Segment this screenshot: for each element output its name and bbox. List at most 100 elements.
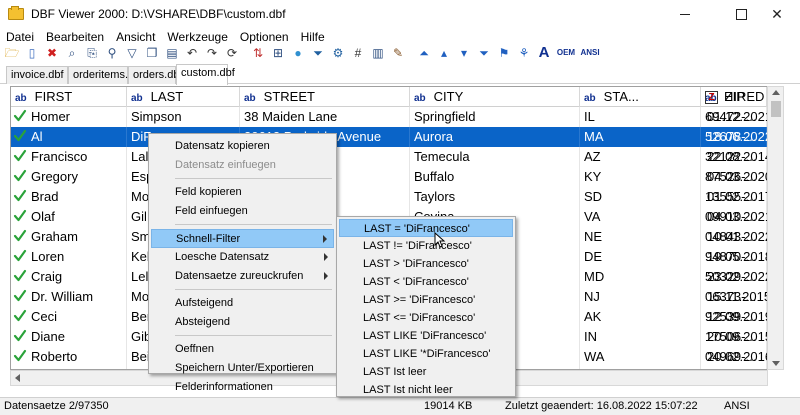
filter-icon[interactable]: ▽: [124, 46, 140, 60]
delete-icon[interactable]: ✖: [44, 46, 60, 60]
add-field-icon[interactable]: ⊞: [270, 46, 286, 60]
menu-werkzeuge[interactable]: Werkzeuge: [161, 30, 233, 44]
paste-icon[interactable]: ▤: [164, 46, 180, 60]
tab-custom-dbf[interactable]: custom.dbf: [176, 64, 235, 85]
table-cell[interactable]: 20.09.2015: [703, 327, 767, 347]
filter-option[interactable]: LAST > 'DiFrancesco': [339, 255, 513, 273]
context-item-loesche-datensatz[interactable]: Loesche Datensatz: [151, 248, 334, 267]
menu-ansicht[interactable]: Ansicht: [110, 30, 161, 44]
table-cell[interactable]: 38 Maiden Lane: [240, 107, 410, 127]
table-cell[interactable]: 01.12.2021: [703, 107, 767, 127]
table-cell[interactable]: Buffalo: [410, 167, 580, 187]
table-cell[interactable]: Springfield: [410, 107, 580, 127]
open-folder-icon[interactable]: 🗁: [4, 46, 20, 60]
table-cell[interactable]: Temecula: [410, 147, 580, 167]
context-item-datensaetze-zureuckrufen[interactable]: Datensaetze zureuckrufen: [151, 267, 334, 286]
filter-option[interactable]: LAST != 'DiFrancesco': [339, 237, 513, 255]
table-cell[interactable]: SD: [580, 187, 701, 207]
column-header-street[interactable]: ab STREET: [240, 87, 410, 107]
table-cell[interactable]: Loren: [11, 247, 127, 267]
next-record-icon[interactable]: ▾: [456, 46, 472, 60]
vertical-scroll-thumb[interactable]: [771, 101, 781, 117]
filter-option[interactable]: LAST LIKE '*DiFrancesco': [339, 345, 513, 363]
ansi-icon[interactable]: ANSI: [580, 46, 600, 60]
undo-icon[interactable]: ↶: [184, 46, 200, 60]
table-cell[interactable]: 04.03.2020: [703, 167, 767, 187]
table-cell[interactable]: Aurora: [410, 127, 580, 147]
filter-option[interactable]: LAST Ist leer: [339, 363, 513, 381]
context-item-felderinformationen[interactable]: Felderinformationen: [151, 378, 334, 397]
table-cell[interactable]: 01.02.2017: [703, 187, 767, 207]
context-item-feld-kopieren[interactable]: Feld kopieren: [151, 183, 334, 202]
scroll-down-arrow-icon[interactable]: [772, 361, 780, 366]
menu-datei[interactable]: Datei: [0, 30, 40, 44]
table-cell[interactable]: Al: [11, 127, 127, 147]
context-item-oeffnen[interactable]: Oeffnen: [151, 340, 334, 359]
column-header-hired[interactable]: Z HIRED: [703, 87, 767, 107]
table-cell[interactable]: Roberto: [11, 347, 127, 367]
table-cell[interactable]: AK: [580, 307, 701, 327]
filter-option[interactable]: LAST Ist nicht leer: [339, 381, 513, 399]
table-cell[interactable]: IN: [580, 327, 701, 347]
filter-option[interactable]: LAST <= 'DiFrancesco': [339, 309, 513, 327]
sort-icon[interactable]: ⇅: [250, 46, 266, 60]
new-file-icon[interactable]: ▯: [24, 46, 40, 60]
table-row[interactable]: Homer Simpson 38 Maiden Lane Springfield IL 6…: [11, 107, 767, 127]
oem-icon[interactable]: OEM: [556, 46, 576, 60]
prev-record-icon[interactable]: ▴: [436, 46, 452, 60]
stats-icon[interactable]: ▥: [370, 46, 386, 60]
context-item-aufsteigend[interactable]: Aufsteigend: [151, 294, 334, 313]
table-row[interactable]: FranciscoLalaneTemeculaAZ32122-...22.08.…: [11, 147, 767, 167]
font-icon[interactable]: A: [536, 45, 552, 60]
tab-orders-dbf[interactable]: orders.dbf: [128, 66, 183, 84]
table-row[interactable]: BradMoSt.TaylorsSD13555-...01.02.2017: [11, 187, 767, 207]
table-cell[interactable]: Diane: [11, 327, 127, 347]
table-cell[interactable]: DE: [580, 247, 701, 267]
hash-icon[interactable]: #: [350, 46, 366, 60]
filter-option[interactable]: LAST LIKE 'DiFrancesco': [339, 327, 513, 345]
scroll-up-arrow-icon[interactable]: [772, 90, 780, 95]
table-cell[interactable]: 12.09.2019: [703, 307, 767, 327]
table-cell[interactable]: Brad: [11, 187, 127, 207]
redo-icon[interactable]: ↷: [204, 46, 220, 60]
tab-invoice-dbf[interactable]: invoice.dbf: [6, 66, 68, 84]
table-cell[interactable]: Graham: [11, 227, 127, 247]
first-record-icon[interactable]: ⏶: [416, 46, 432, 60]
search-icon[interactable]: ⌕: [64, 46, 80, 60]
table-cell[interactable]: Simpson: [127, 107, 240, 127]
column-header-city[interactable]: ab CITY: [410, 87, 580, 107]
table-cell[interactable]: 19.05.2018: [703, 247, 767, 267]
table-cell[interactable]: NJ: [580, 287, 701, 307]
scroll-left-arrow-icon[interactable]: [15, 374, 20, 382]
close-button[interactable]: ✕: [754, 0, 800, 28]
table-cell[interactable]: Dr. William: [11, 287, 127, 307]
table-cell[interactable]: NE: [580, 227, 701, 247]
context-item-feld-einfuegen[interactable]: Feld einfuegen: [151, 202, 334, 221]
table-cell[interactable]: 15.11.2015: [703, 287, 767, 307]
menu-optionen[interactable]: Optionen: [234, 30, 295, 44]
column-header-last[interactable]: ab LAST: [127, 87, 240, 107]
bookmark-icon[interactable]: ⚑: [496, 46, 512, 60]
table-cell[interactable]: Taylors: [410, 187, 580, 207]
column-header-sta[interactable]: ab STA...: [580, 87, 701, 107]
table-cell[interactable]: VA: [580, 207, 701, 227]
table-row[interactable]: Gregory Esp Buffalo KY 87526-... 04.03.2020: [11, 167, 767, 187]
context-item-absteigend[interactable]: Absteigend: [151, 313, 334, 332]
zoom-icon[interactable]: ⚲: [104, 46, 120, 60]
filter-funnel-icon[interactable]: ⏷: [310, 46, 326, 60]
menu-bearbeiten[interactable]: Bearbeiten: [40, 30, 110, 44]
table-cell[interactable]: WA: [580, 347, 701, 367]
table-cell[interactable]: Ceci: [11, 307, 127, 327]
table-cell[interactable]: 20.02.2016: [703, 347, 767, 367]
table-cell[interactable]: 18.06.2022: [703, 127, 767, 147]
table-cell[interactable]: MA: [580, 127, 701, 147]
table-cell[interactable]: IL: [580, 107, 701, 127]
last-record-icon[interactable]: ⏷: [476, 46, 492, 60]
table-row[interactable]: AlDiFrancesco30612 Parkside AvenueAurora…: [11, 127, 767, 147]
find-replace-icon[interactable]: ⎘: [84, 46, 100, 60]
table-cell[interactable]: Olaf: [11, 207, 127, 227]
context-item-schnell-filter[interactable]: Schnell-Filter: [151, 229, 334, 248]
brush-icon[interactable]: ✎: [390, 46, 406, 60]
structure-icon[interactable]: ⚙: [330, 46, 346, 60]
table-cell[interactable]: Craig: [11, 267, 127, 287]
